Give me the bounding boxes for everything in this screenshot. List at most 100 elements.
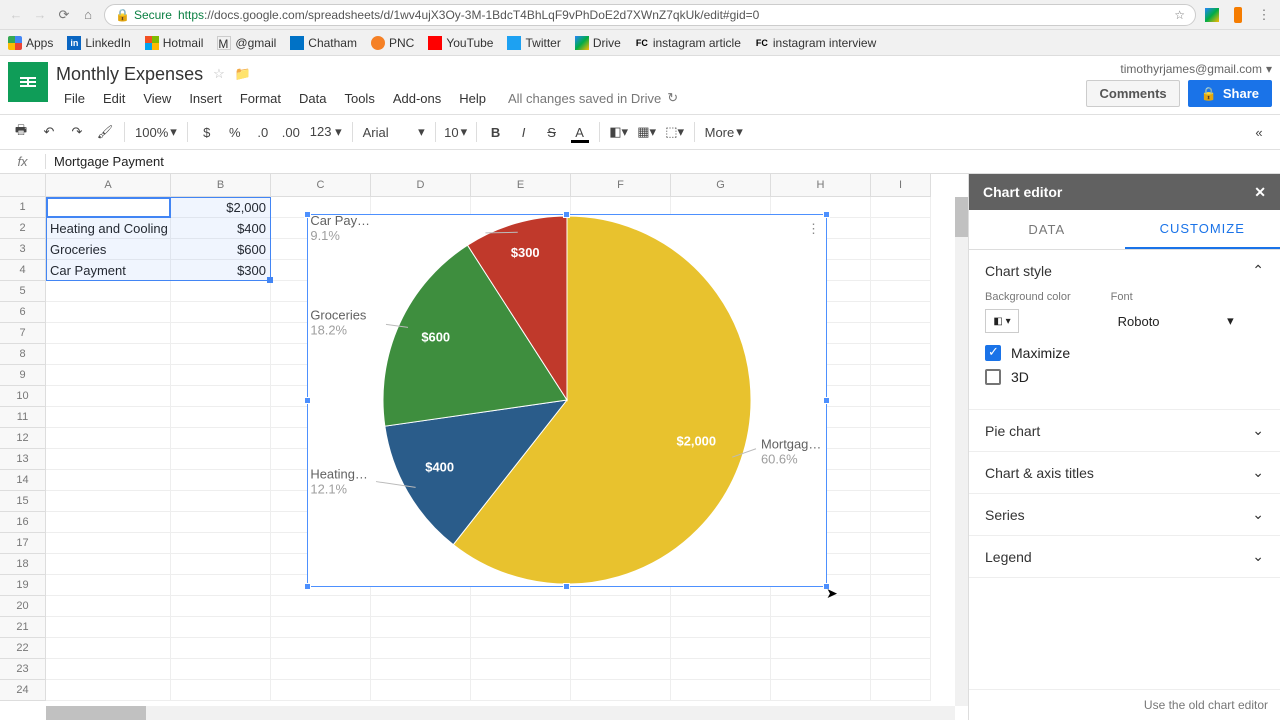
forward-icon[interactable]: → bbox=[32, 7, 48, 23]
url-text: https://docs.google.com/spreadsheets/d/1… bbox=[178, 8, 759, 22]
account-email[interactable]: timothyrjames@gmail.com▾ bbox=[1120, 62, 1272, 76]
formula-input[interactable]: Mortgage Payment bbox=[46, 154, 1280, 169]
bookmark-twitter[interactable]: Twitter bbox=[507, 36, 560, 50]
section-chart-style[interactable]: Chart style⌃ bbox=[969, 250, 1280, 291]
bg-color-picker[interactable]: ◧ ▾ bbox=[985, 309, 1019, 333]
bookmark-drive[interactable]: Drive bbox=[575, 36, 621, 50]
browser-toolbar: ← → ⟳ ⌂ 🔒 Secure https://docs.google.com… bbox=[0, 0, 1280, 30]
secure-label: Secure bbox=[134, 8, 172, 22]
bookmark-star-icon[interactable]: ☆ bbox=[1174, 8, 1185, 22]
svg-text:$2,000: $2,000 bbox=[677, 434, 717, 449]
bookmark-linkedin[interactable]: inLinkedIn bbox=[67, 36, 130, 50]
fx-icon: fx bbox=[0, 154, 46, 169]
doc-title[interactable]: Monthly Expenses bbox=[56, 64, 203, 85]
format-dropdown[interactable]: 123 ▾ bbox=[306, 119, 346, 145]
app-header: Monthly Expenses ☆ 📁 File Edit View Inse… bbox=[0, 56, 1280, 110]
chart-object[interactable]: ⋮ Mortgag…60.6%Heating…12.1%Groceries18.… bbox=[307, 214, 827, 587]
bookmark-hotmail[interactable]: Hotmail bbox=[145, 36, 204, 50]
font-picker[interactable]: Roboto▾ bbox=[1111, 309, 1241, 333]
history-icon[interactable]: ↻ bbox=[667, 90, 678, 106]
svg-text:$400: $400 bbox=[425, 460, 454, 475]
section-chart-titles[interactable]: Chart & axis titles⌄ bbox=[969, 452, 1280, 493]
print-icon[interactable]: 🖶 bbox=[8, 119, 34, 145]
horizontal-scrollbar[interactable] bbox=[46, 706, 955, 720]
lock-icon: 🔒 bbox=[1201, 86, 1217, 102]
profile-icon[interactable] bbox=[1234, 7, 1242, 23]
bg-color-label: Background color bbox=[985, 291, 1071, 303]
font-size-dropdown[interactable]: 10 ▾ bbox=[442, 119, 470, 145]
close-icon[interactable]: ✕ bbox=[1254, 184, 1266, 201]
back-icon[interactable]: ← bbox=[8, 7, 24, 23]
chevron-down-icon: ⌄ bbox=[1252, 548, 1264, 565]
bookmark-chatham[interactable]: Chatham bbox=[290, 36, 357, 50]
spreadsheet-grid[interactable]: ABCDEFGHI 123456789101112131415161718192… bbox=[0, 174, 968, 720]
collapse-toolbar-icon[interactable]: « bbox=[1246, 119, 1272, 145]
drive-icon[interactable] bbox=[1204, 7, 1220, 23]
chrome-menu-icon[interactable]: ⋮ bbox=[1256, 7, 1272, 23]
bold-icon[interactable]: B bbox=[483, 119, 509, 145]
borders-icon[interactable]: ▦▾ bbox=[634, 119, 660, 145]
lock-icon: 🔒 bbox=[115, 8, 130, 22]
folder-icon[interactable]: 📁 bbox=[235, 66, 251, 82]
menu-insert[interactable]: Insert bbox=[181, 89, 230, 108]
svg-text:Mortgag…: Mortgag… bbox=[761, 437, 821, 452]
svg-text:Groceries: Groceries bbox=[310, 307, 366, 322]
menu-edit[interactable]: Edit bbox=[95, 89, 133, 108]
svg-text:$300: $300 bbox=[511, 245, 540, 260]
svg-text:9.1%: 9.1% bbox=[310, 228, 340, 243]
star-icon[interactable]: ☆ bbox=[213, 66, 225, 82]
tab-customize[interactable]: CUSTOMIZE bbox=[1125, 210, 1280, 249]
bookmark-fc-interview[interactable]: FCinstagram interview bbox=[755, 36, 876, 50]
address-bar[interactable]: 🔒 Secure https://docs.google.com/spreads… bbox=[104, 4, 1196, 26]
italic-icon[interactable]: I bbox=[511, 119, 537, 145]
menu-data[interactable]: Data bbox=[291, 89, 334, 108]
more-dropdown[interactable]: More ▾ bbox=[701, 119, 747, 145]
old-editor-link[interactable]: Use the old chart editor bbox=[969, 689, 1280, 720]
tab-data[interactable]: DATA bbox=[969, 210, 1125, 249]
decrease-decimal-icon[interactable]: .0 bbox=[250, 119, 276, 145]
text-color-icon[interactable]: A bbox=[567, 119, 593, 145]
toolbar: 🖶 ↶ ↷ 🖌 100% ▾ $ % .0 .00 123 ▾ Arial▾ 1… bbox=[0, 114, 1280, 150]
undo-icon[interactable]: ↶ bbox=[36, 119, 62, 145]
strikethrough-icon[interactable]: S bbox=[539, 119, 565, 145]
merge-icon[interactable]: ⬚▾ bbox=[662, 119, 688, 145]
reload-icon[interactable]: ⟳ bbox=[56, 7, 72, 23]
font-dropdown[interactable]: Arial▾ bbox=[359, 119, 429, 145]
menu-tools[interactable]: Tools bbox=[336, 89, 382, 108]
bookmark-gmail[interactable]: M@gmail bbox=[217, 36, 276, 50]
paint-format-icon[interactable]: 🖌 bbox=[92, 119, 118, 145]
percent-icon[interactable]: % bbox=[222, 119, 248, 145]
section-legend[interactable]: Legend⌄ bbox=[969, 536, 1280, 577]
menu-help[interactable]: Help bbox=[451, 89, 494, 108]
chart-editor-sidebar: Chart editor ✕ DATA CUSTOMIZE Chart styl… bbox=[968, 174, 1280, 720]
chevron-down-icon: ▾ bbox=[1266, 62, 1272, 76]
section-series[interactable]: Series⌄ bbox=[969, 494, 1280, 535]
bookmark-apps[interactable]: Apps bbox=[8, 36, 53, 50]
fill-color-icon[interactable]: ◧▾ bbox=[606, 119, 632, 145]
checkbox-3d[interactable]: 3D bbox=[985, 369, 1264, 385]
menu-file[interactable]: File bbox=[56, 89, 93, 108]
save-status: All changes saved in Drive↻ bbox=[508, 90, 678, 106]
comments-button[interactable]: Comments bbox=[1086, 80, 1179, 107]
chevron-down-icon: ⌄ bbox=[1252, 506, 1264, 523]
chart-menu-icon[interactable]: ⋮ bbox=[807, 221, 820, 237]
currency-icon[interactable]: $ bbox=[194, 119, 220, 145]
section-pie-chart[interactable]: Pie chart⌄ bbox=[969, 410, 1280, 451]
svg-text:Car Pay…: Car Pay… bbox=[310, 215, 370, 228]
chevron-up-icon: ⌃ bbox=[1252, 262, 1264, 279]
font-label: Font bbox=[1111, 291, 1241, 303]
share-button[interactable]: 🔒Share bbox=[1188, 80, 1272, 107]
checkbox-maximize[interactable]: Maximize bbox=[985, 345, 1264, 361]
bookmark-fc-article[interactable]: FCinstagram article bbox=[635, 36, 741, 50]
redo-icon[interactable]: ↷ bbox=[64, 119, 90, 145]
menu-addons[interactable]: Add-ons bbox=[385, 89, 449, 108]
bookmark-pnc[interactable]: PNC bbox=[371, 36, 414, 50]
zoom-dropdown[interactable]: 100% ▾ bbox=[131, 119, 181, 145]
sheets-logo[interactable] bbox=[8, 62, 48, 102]
home-icon[interactable]: ⌂ bbox=[80, 7, 96, 23]
menu-format[interactable]: Format bbox=[232, 89, 289, 108]
increase-decimal-icon[interactable]: .00 bbox=[278, 119, 304, 145]
vertical-scrollbar[interactable] bbox=[955, 197, 968, 706]
bookmark-youtube[interactable]: YouTube bbox=[428, 36, 493, 50]
menu-view[interactable]: View bbox=[135, 89, 179, 108]
